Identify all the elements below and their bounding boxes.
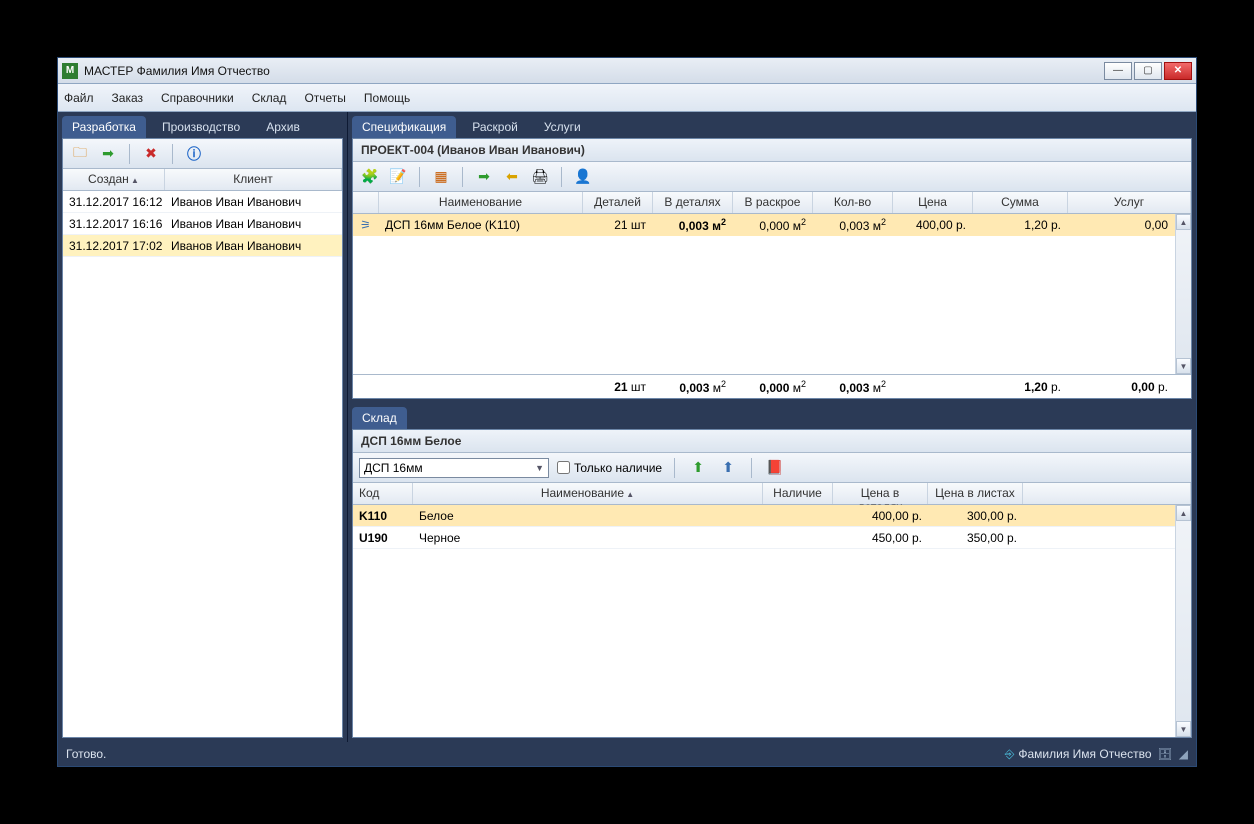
col-avail[interactable]: Наличие [763,483,833,504]
only-available-checkbox[interactable]: Только наличие [557,461,662,475]
col-sum[interactable]: Сумма [973,192,1068,213]
stock-header: Код Наименование Наличие Цена в деталях … [353,483,1191,505]
tab-cutting[interactable]: Раскрой [462,116,528,138]
col-created[interactable]: Создан [63,169,165,190]
scroll-down-icon[interactable]: ▼ [1176,721,1191,737]
menu-reports[interactable]: Отчеты [304,91,345,105]
col-details[interactable]: Деталей [583,192,653,213]
orders-header: Создан Клиент [63,169,342,191]
logout-icon[interactable]: ⎆ [1005,747,1015,762]
status-text: Готово. [66,747,106,761]
statusbar: Готово. ⎆ Фамилия Имя Отчество 🗄 ◢ [58,742,1196,766]
tab-stock[interactable]: Склад [352,407,407,429]
col-code[interactable]: Код [353,483,413,504]
titlebar: М МАСТЕР Фамилия Имя Отчество — ▢ ✕ [58,58,1196,84]
col-sname[interactable]: Наименование [413,483,763,504]
spec-totals: 21 шт 0,003 м2 0,000 м2 0,003 м2 1,20 р.… [353,374,1191,398]
edit-icon[interactable]: 📝 [387,166,409,188]
menu-help[interactable]: Помощь [364,91,410,105]
col-icon [353,192,379,213]
window-title: МАСТЕР Фамилия Имя Отчество [84,64,270,78]
user-icon[interactable]: 👤 [572,166,594,188]
left-tabs: Разработка Производство Архив [58,112,347,138]
export-icon[interactable]: ➡ [473,166,495,188]
col-plist[interactable]: Цена в листах [928,483,1023,504]
import-icon[interactable]: ⬅ [501,166,523,188]
add-order-icon[interactable]: 🗀 [69,143,91,165]
project-title: ПРОЕКТ-004 (Иванов Иван Иванович) [353,139,1191,162]
app-icon: М [62,63,78,79]
spec-tabs: Спецификация Раскрой Услуги [348,112,1196,138]
hierarchy-icon: ⚞ [360,218,371,232]
col-indetails[interactable]: В деталях [653,192,733,213]
puzzle-icon[interactable]: 🧩 [359,166,381,188]
stock-panel: ДСП 16мм Белое ДСП 16мм ▼ Только наличие… [352,429,1192,738]
stock-title: ДСП 16мм Белое [353,430,1191,453]
col-service[interactable]: Услуг [1068,192,1191,213]
stock-row[interactable]: K110 Белое 400,00 р. 300,00 р. [353,505,1175,527]
order-row[interactable]: 31.12.2017 17:02 Иванов Иван Иванович [63,235,342,257]
stock-filterbar: ДСП 16мм ▼ Только наличие ⬆ ⬆ 📕 [353,453,1191,483]
stock-row[interactable]: U190 Черное 450,00 р. 350,00 р. [353,527,1175,549]
col-qty[interactable]: Кол-во [813,192,893,213]
close-button[interactable]: ✕ [1164,62,1192,80]
arrow-up-green-icon[interactable]: ⬆ [687,457,709,479]
orders-toolbar: 🗀 ➡ ✖ ⓘ [63,139,342,169]
only-available-input[interactable] [557,461,570,474]
tab-archive[interactable]: Архив [256,116,310,138]
arrow-up-blue-icon[interactable]: ⬆ [717,457,739,479]
tab-specification[interactable]: Спецификация [352,116,456,138]
tab-production[interactable]: Производство [152,116,250,138]
order-row[interactable]: 31.12.2017 16:12 Иванов Иван Иванович [63,191,342,213]
col-price[interactable]: Цена [893,192,973,213]
menu-file[interactable]: Файл [64,91,94,105]
orders-rows: 31.12.2017 16:12 Иванов Иван Иванович 31… [63,191,342,737]
spec-row[interactable]: ⚞ ДСП 16мм Белое (K110) 21 шт 0,003 м2 0… [353,214,1175,236]
stock-tabs: Склад [348,403,1196,429]
stock-rows: K110 Белое 400,00 р. 300,00 р. U190 Черн… [353,505,1175,737]
app-window: М МАСТЕР Фамилия Имя Отчество — ▢ ✕ Файл… [57,57,1197,767]
spec-scrollbar[interactable]: ▲ ▼ [1175,214,1191,374]
resize-grip-icon[interactable]: ◢ [1179,747,1188,761]
menu-order[interactable]: Заказ [112,91,143,105]
spec-toolbar: 🧩 📝 ▦ ➡ ⬅ 🖨 👤 [353,162,1191,192]
tab-development[interactable]: Разработка [62,116,146,138]
col-pdet[interactable]: Цена в деталях [833,483,928,504]
col-incut[interactable]: В раскрое [733,192,813,213]
spec-header: Наименование Деталей В деталях В раскрое… [353,192,1191,214]
menu-refs[interactable]: Справочники [161,91,234,105]
tab-services[interactable]: Услуги [534,116,591,138]
scroll-up-icon[interactable]: ▲ [1176,505,1191,521]
menu-stock[interactable]: Склад [252,91,287,105]
status-user: Фамилия Имя Отчество [1018,747,1151,761]
maximize-button[interactable]: ▢ [1134,62,1162,80]
minimize-button[interactable]: — [1104,62,1132,80]
scroll-down-icon[interactable]: ▼ [1176,358,1191,374]
stock-scrollbar[interactable]: ▲ ▼ [1175,505,1191,737]
material-combo[interactable]: ДСП 16мм ▼ [359,458,549,478]
grid-icon[interactable]: ▦ [430,166,452,188]
print-icon[interactable]: 🖨 [529,166,551,188]
delete-order-icon[interactable]: ✖ [140,143,162,165]
chevron-down-icon: ▼ [535,463,544,473]
menubar: Файл Заказ Справочники Склад Отчеты Помо… [58,84,1196,112]
book-icon[interactable]: 📕 [764,457,786,479]
spec-panel: ПРОЕКТ-004 (Иванов Иван Иванович) 🧩 📝 ▦ … [352,138,1192,399]
scroll-up-icon[interactable]: ▲ [1176,214,1191,230]
open-order-icon[interactable]: ➡ [97,143,119,165]
database-icon[interactable]: 🗄 [1158,747,1173,761]
info-icon[interactable]: ⓘ [183,143,205,165]
col-name[interactable]: Наименование [379,192,583,213]
spec-rows: ⚞ ДСП 16мм Белое (K110) 21 шт 0,003 м2 0… [353,214,1175,374]
order-row[interactable]: 31.12.2017 16:16 Иванов Иван Иванович [63,213,342,235]
col-client[interactable]: Клиент [165,169,342,190]
